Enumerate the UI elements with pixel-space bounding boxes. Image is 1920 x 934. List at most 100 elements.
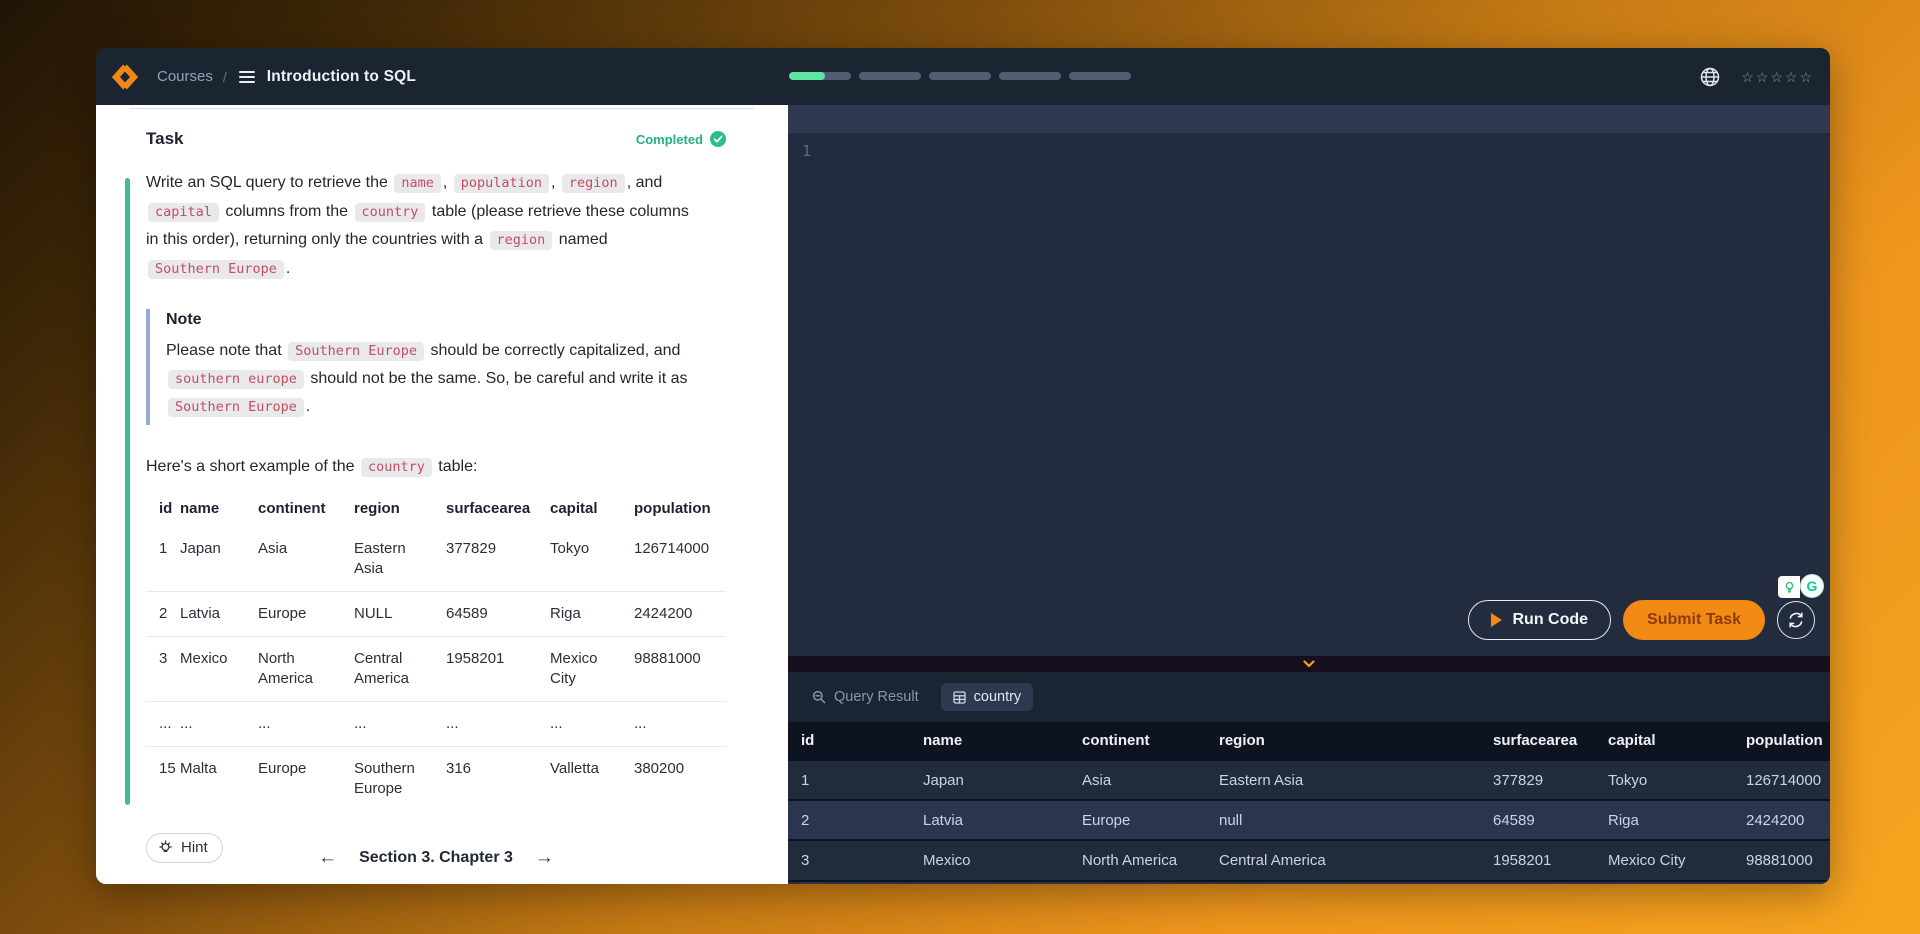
prev-chapter-arrow[interactable]: ← xyxy=(318,848,337,868)
app-window: Courses / Introduction to SQL ☆☆☆☆☆ Task xyxy=(96,48,1830,884)
table-cell: 64589 xyxy=(1480,800,1595,840)
table-cell: Latvia xyxy=(910,800,1069,840)
grammarly-badge[interactable]: G xyxy=(1800,574,1824,598)
table-cell: Europe xyxy=(258,591,354,636)
column-header: population xyxy=(634,496,726,527)
table-cell: 64589 xyxy=(446,591,550,636)
table-cell: ... xyxy=(354,701,446,746)
reset-code-button[interactable] xyxy=(1777,601,1815,639)
table-cell: Japan xyxy=(910,760,1069,800)
table-cell: 15 xyxy=(146,746,180,811)
star-icon[interactable]: ☆ xyxy=(1785,70,1798,84)
editor-line-number: 1 xyxy=(802,142,811,160)
table-cell: 380200 xyxy=(634,746,726,811)
table-cell: Japan xyxy=(180,527,258,592)
inline-code-chip: region xyxy=(490,231,553,250)
table-cell: Asia xyxy=(258,527,354,592)
inline-code-chip: Southern Europe xyxy=(288,342,424,361)
table-cell: 98881000 xyxy=(634,636,726,701)
table-row: 1JapanAsiaEastern Asia377829Tokyo1267140… xyxy=(788,760,1830,800)
run-code-button[interactable]: Run Code xyxy=(1468,600,1612,640)
code-workspace: 1 G Run Code xyxy=(788,105,1830,884)
task-heading: Task xyxy=(146,129,184,149)
chevron-down-icon xyxy=(1303,660,1315,668)
table-cell: Central America xyxy=(1206,840,1480,880)
table-cell: 1 xyxy=(788,760,910,800)
tab-country[interactable]: country xyxy=(941,683,1034,711)
extension-lightbulb-badge[interactable] xyxy=(1778,576,1800,598)
table-cell: 1958201 xyxy=(1480,840,1595,880)
column-header: id xyxy=(788,722,910,760)
table-cell: Riga xyxy=(1595,800,1733,840)
column-header: region xyxy=(1206,722,1480,760)
table-cell: 316 xyxy=(446,746,550,811)
table-cell: ... xyxy=(258,701,354,746)
inline-code-chip: country xyxy=(361,458,432,477)
table-cell: NULL xyxy=(354,591,446,636)
table-cell: Riga xyxy=(550,591,634,636)
star-icon[interactable]: ☆ xyxy=(1799,70,1812,84)
task-panel-scrollbar[interactable] xyxy=(125,178,130,805)
top-navbar: Courses / Introduction to SQL ☆☆☆☆☆ xyxy=(96,48,1830,105)
status-badge: Completed xyxy=(636,131,726,147)
codefinity-logo-icon[interactable] xyxy=(110,62,140,92)
table-cell: 2424200 xyxy=(634,591,726,636)
breadcrumb-courses[interactable]: Courses xyxy=(157,68,213,85)
tab-query-result[interactable]: Query Result xyxy=(800,683,931,711)
table-cell: ... xyxy=(550,701,634,746)
table-cell: Mexico City xyxy=(1595,840,1733,880)
table-cell: Malta xyxy=(180,746,258,811)
table-cell: 377829 xyxy=(446,527,550,592)
table-row: 2LatviaEuropenull64589Riga2424200 xyxy=(788,800,1830,840)
column-header: name xyxy=(180,496,258,527)
breadcrumb-separator: / xyxy=(223,69,227,85)
inline-code-chip: southern europe xyxy=(168,370,304,389)
table-cell: Asia xyxy=(1069,760,1206,800)
column-header: capital xyxy=(1595,722,1733,760)
next-chapter-arrow[interactable]: → xyxy=(535,848,554,868)
example-intro: Here's a short example of the country ta… xyxy=(146,453,698,482)
table-cell: 2 xyxy=(146,591,180,636)
task-panel: Task Completed Write an SQL query to ret… xyxy=(96,105,788,884)
table-cell: 98881000 xyxy=(1733,840,1830,880)
progress-segment xyxy=(929,72,991,80)
column-header: population xyxy=(1733,722,1830,760)
star-icon[interactable]: ☆ xyxy=(1770,70,1783,84)
panel-top-divider xyxy=(130,108,754,109)
panel-collapse-divider[interactable] xyxy=(788,656,1830,672)
star-icon[interactable]: ☆ xyxy=(1756,70,1769,84)
star-icon[interactable]: ☆ xyxy=(1741,70,1754,84)
status-label: Completed xyxy=(636,132,703,147)
table-cell: 2 xyxy=(788,800,910,840)
note-callout: Note Please note that Southern Europe sh… xyxy=(146,309,726,425)
table-icon xyxy=(953,691,966,704)
progress-segment xyxy=(789,72,851,80)
table-row: 3MexicoNorth AmericaCentral America19582… xyxy=(146,636,726,701)
table-cell: North America xyxy=(258,636,354,701)
chapters-menu-icon[interactable] xyxy=(239,71,255,83)
table-cell: Mexico City xyxy=(550,636,634,701)
course-rating-stars[interactable]: ☆☆☆☆☆ xyxy=(1741,70,1812,84)
table-cell: ... xyxy=(634,701,726,746)
note-heading: Note xyxy=(166,311,726,329)
inline-code-chip: Southern Europe xyxy=(148,260,284,279)
table-cell: Southern Europe xyxy=(354,746,446,811)
submit-task-button[interactable]: Submit Task xyxy=(1623,600,1765,640)
table-cell: Mexico xyxy=(910,840,1069,880)
table-cell: 126714000 xyxy=(634,527,726,592)
inline-code-chip: Southern Europe xyxy=(168,398,304,417)
table-cell: 3 xyxy=(146,636,180,701)
table-cell: 126714000 xyxy=(1733,760,1830,800)
table-cell: Europe xyxy=(1069,800,1206,840)
section-chapter-label: Section 3. Chapter 3 xyxy=(359,849,513,867)
check-circle-icon xyxy=(710,131,726,147)
partial-next-row xyxy=(788,880,1830,884)
globe-icon[interactable] xyxy=(1699,66,1721,88)
table-cell: Latvia xyxy=(180,591,258,636)
editor-top-strip xyxy=(788,105,1830,133)
inline-code-chip: region xyxy=(562,174,625,193)
table-cell: North America xyxy=(1069,840,1206,880)
code-editor[interactable]: 1 G Run Code xyxy=(788,133,1830,656)
table-cell: 1 xyxy=(146,527,180,592)
table-cell: Central America xyxy=(354,636,446,701)
